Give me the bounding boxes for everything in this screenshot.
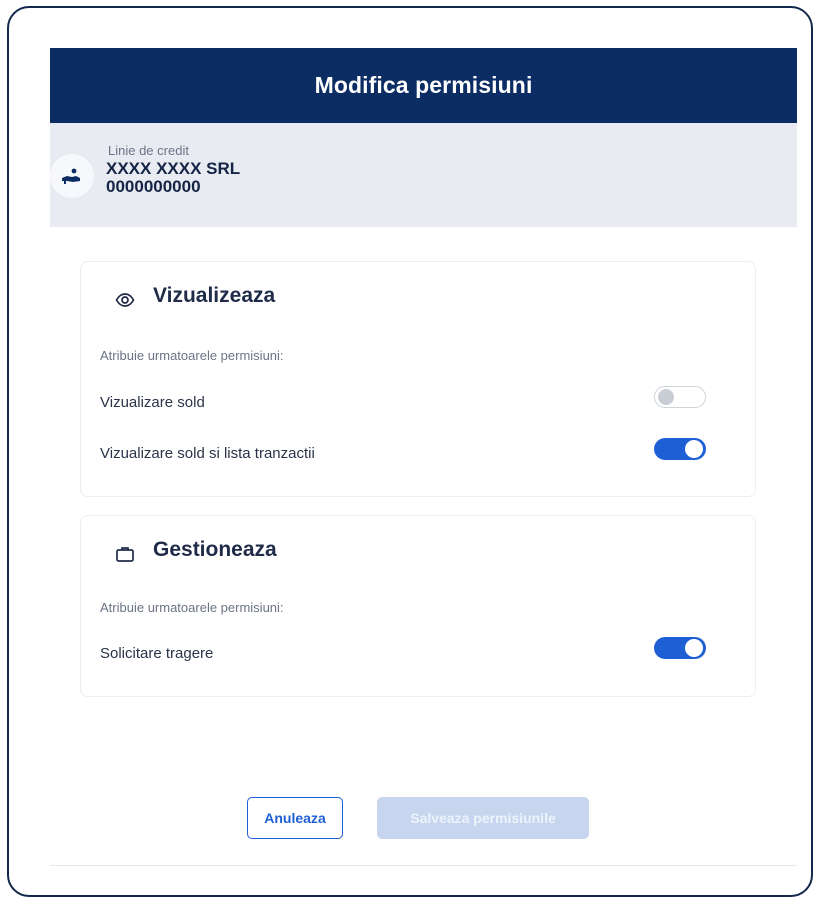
- cancel-button[interactable]: Anuleaza: [247, 797, 343, 839]
- briefcase-icon: [116, 547, 134, 562]
- permission-label-view-balance: Vizualizare sold: [100, 394, 205, 411]
- toggle-view-balance-transactions[interactable]: [654, 438, 706, 460]
- save-permissions-button[interactable]: Salveaza permisiunile: [377, 797, 589, 839]
- hand-money-icon: [50, 154, 94, 198]
- section-card-view: Vizualizeaza Atribuie urmatoarele permis…: [80, 261, 756, 497]
- toggle-view-balance[interactable]: [654, 386, 706, 408]
- account-summary: Linie de credit XXXX XXXX SRL 0000000000: [50, 123, 797, 227]
- toggle-draw-request[interactable]: [654, 637, 706, 659]
- toggle-knob: [658, 389, 674, 405]
- permission-label-view-balance-transactions: Vizualizare sold si lista tranzactii: [100, 445, 315, 462]
- section-card-manage: Gestioneaza Atribuie urmatoarele permisi…: [80, 515, 756, 697]
- edit-permissions-modal: Modifica permisiuni Linie de credit XXXX…: [50, 48, 797, 866]
- permissions-body: Vizualizeaza Atribuie urmatoarele permis…: [50, 227, 797, 752]
- section-hint: Atribuie urmatoarele permisiuni:: [100, 600, 284, 615]
- account-type: Linie de credit: [108, 143, 189, 158]
- toggle-knob: [685, 639, 703, 657]
- account-name: XXXX XXXX SRL: [106, 159, 241, 178]
- permission-label-draw-request: Solicitare tragere: [100, 645, 214, 662]
- modal-header: Modifica permisiuni: [50, 48, 797, 123]
- eye-icon: [115, 293, 135, 307]
- account-number: 0000000000: [106, 177, 201, 196]
- section-title: Gestioneaza: [153, 538, 277, 561]
- modal-title: Modifica permisiuni: [314, 72, 533, 98]
- toggle-knob: [685, 440, 703, 458]
- footer-divider: [50, 865, 797, 866]
- section-hint: Atribuie urmatoarele permisiuni:: [100, 348, 284, 363]
- section-title: Vizualizeaza: [153, 284, 276, 307]
- modal-footer: Anuleaza Salveaza permisiunile: [50, 751, 797, 866]
